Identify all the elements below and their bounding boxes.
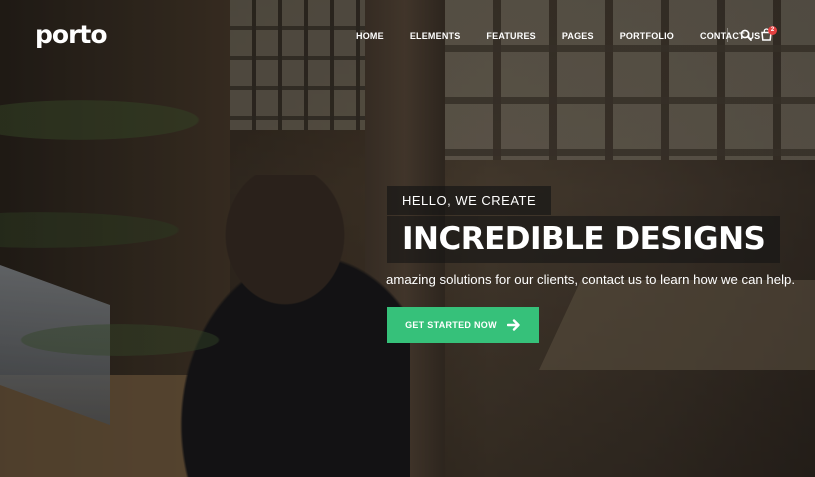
hero-subtext: amazing solutions for our clients, conta… xyxy=(386,272,796,287)
nav-divider xyxy=(727,28,728,42)
nav-item-elements[interactable]: ELEMENTS xyxy=(397,27,474,45)
get-started-label: GET STARTED NOW xyxy=(405,320,497,330)
cart-badge: 2 xyxy=(768,26,777,35)
hero-headline: INCREDIBLE DESIGNS xyxy=(387,216,781,263)
arrow-right-icon xyxy=(506,319,520,331)
nav-item-home[interactable]: HOME xyxy=(343,27,397,45)
hero-kicker: HELLO, WE CREATE xyxy=(387,186,552,215)
nav-item-pages[interactable]: PAGES xyxy=(549,27,607,45)
hero-section: porto HOME ELEMENTS FEATURES PAGES PORTF… xyxy=(0,0,815,477)
main-nav: HOME ELEMENTS FEATURES PAGES PORTFOLIO C… xyxy=(343,27,773,45)
site-header: porto HOME ELEMENTS FEATURES PAGES PORTF… xyxy=(0,0,815,70)
search-icon[interactable] xyxy=(740,29,752,41)
nav-item-features[interactable]: FEATURES xyxy=(473,27,548,45)
logo[interactable]: porto xyxy=(35,20,108,49)
nav-item-portfolio[interactable]: PORTFOLIO xyxy=(607,27,687,45)
get-started-button[interactable]: GET STARTED NOW xyxy=(387,307,539,343)
